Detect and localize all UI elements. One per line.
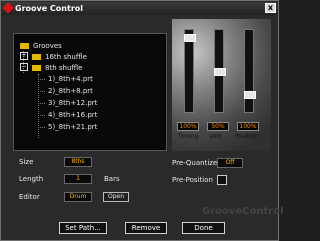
tree-file-3[interactable]: 3)_8th+12.prt	[48, 98, 97, 108]
pre-position-checkbox[interactable]	[217, 175, 227, 185]
pre-quantize-label: Pre-Quantize	[172, 159, 218, 167]
groove-graphic-panel: 100% 50% 100% Timing Velo Position	[172, 19, 271, 151]
timing-slider-thumb[interactable]	[184, 34, 196, 42]
folder-icon	[32, 54, 41, 60]
groove-control-logo: GrooveControl	[202, 206, 284, 217]
position-slider-thumb[interactable]	[244, 91, 256, 99]
folder-icon	[32, 65, 41, 71]
velo-slider-thumb[interactable]	[214, 68, 226, 76]
tree-expander-minus[interactable]: −	[20, 63, 28, 71]
timing-slider[interactable]	[184, 29, 196, 113]
folder-icon	[20, 43, 29, 49]
editor-label: Editor	[19, 193, 40, 201]
length-label: Length	[19, 175, 44, 183]
tree-branch-connector	[38, 115, 45, 116]
position-value: 100%	[237, 122, 259, 131]
grooves-tree[interactable]: Grooves + 16th shuffle − 8th shuffle 1)_…	[13, 33, 167, 151]
pre-position-label: Pre-Position	[172, 176, 213, 184]
position-slider[interactable]	[244, 29, 256, 113]
velo-value: 50%	[207, 122, 229, 131]
done-button[interactable]: Done	[182, 222, 225, 234]
tree-expander-plus[interactable]: +	[20, 52, 28, 60]
open-button[interactable]: Open	[103, 192, 129, 202]
timing-label: Timing	[178, 133, 199, 140]
size-label: Size	[19, 158, 34, 166]
app-icon	[2, 2, 14, 14]
tree-item-8th-shuffle[interactable]: 8th shuffle	[32, 63, 82, 73]
tree-file-1[interactable]: 1)_8th+4.prt	[48, 74, 93, 84]
tree-branch-connector	[38, 127, 45, 128]
timing-value: 100%	[177, 122, 199, 131]
size-field[interactable]: 8ths	[64, 157, 92, 167]
tree-file-4[interactable]: 4)_8th+16.prt	[48, 110, 97, 120]
tree-branch-connector	[38, 103, 45, 104]
length-field[interactable]: 1	[64, 174, 92, 184]
groove-control-window: Groove Control x Grooves + 16th shuffle …	[0, 0, 284, 241]
velo-label: Velo	[209, 133, 222, 140]
title-bar[interactable]: Groove Control x	[2, 2, 277, 15]
close-button[interactable]: x	[265, 3, 276, 13]
window-title: Groove Control	[15, 4, 83, 13]
velo-slider[interactable]	[214, 29, 226, 113]
tree-file-5[interactable]: 5)_8th+21.prt	[48, 122, 97, 132]
tree-branch-guide	[38, 74, 39, 138]
remove-button[interactable]: Remove	[125, 222, 167, 234]
tree-root-grooves[interactable]: Grooves	[20, 41, 62, 51]
pre-quantize-field[interactable]: Off	[217, 158, 243, 168]
tree-branch-connector	[38, 79, 45, 80]
editor-select[interactable]: Drum	[64, 192, 92, 202]
set-path-button[interactable]: Set Path...	[59, 222, 107, 234]
tree-branch-connector	[38, 91, 45, 92]
length-unit-label: Bars	[104, 175, 120, 183]
groove-settings-panel: Size 8ths Length 1 Bars Editor Drum Open	[13, 156, 167, 216]
position-label: Position	[235, 133, 259, 140]
tree-item-16th-shuffle[interactable]: 16th shuffle	[32, 52, 87, 62]
tree-file-2[interactable]: 2)_8th+8.prt	[48, 86, 93, 96]
